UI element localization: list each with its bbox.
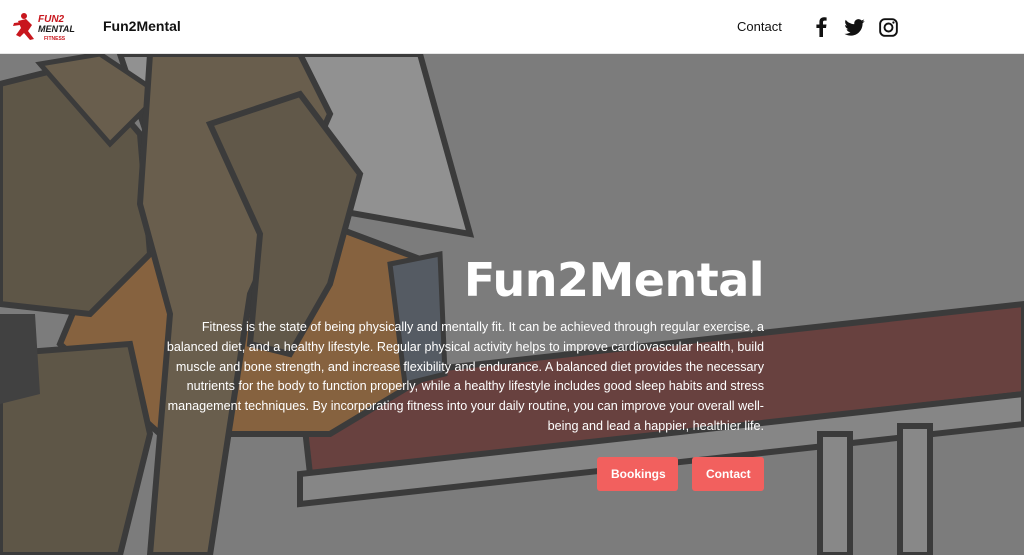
hero-content: Fun2Mental Fitness is the state of being… [154,252,765,491]
contact-button[interactable]: Contact [692,456,764,491]
facebook-icon[interactable] [810,16,832,38]
svg-text:MENTAL: MENTAL [38,24,75,34]
nav-contact-link[interactable]: Contact [737,19,782,34]
bookings-button[interactable]: Bookings [597,456,678,491]
hero-description: Fitness is the state of being physically… [166,320,764,433]
hero-buttons: Bookings Contact [154,456,764,491]
hero-section: Fun2Mental Fitness is the state of being… [0,54,1024,555]
instagram-icon[interactable] [877,16,899,38]
site-header: FUN2 MENTAL FITNESS Fun2Mental Contact [0,0,1024,54]
svg-text:FITNESS: FITNESS [44,36,66,42]
brand-name[interactable]: Fun2Mental [103,18,181,34]
hero-title: Fun2Mental [463,253,765,307]
twitter-icon[interactable] [843,16,865,38]
fun2mental-logo[interactable]: FUN2 MENTAL FITNESS [12,9,90,45]
